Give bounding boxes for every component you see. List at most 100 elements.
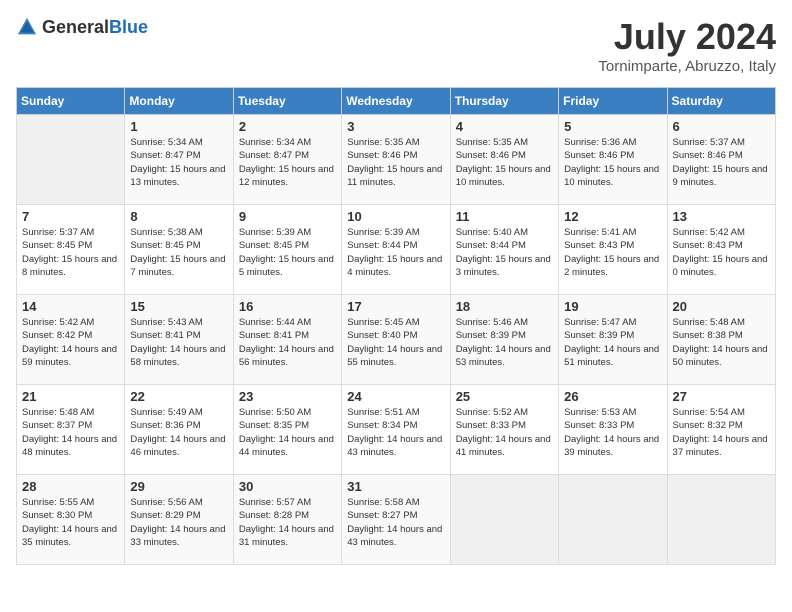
day-detail: Sunrise: 5:39 AMSunset: 8:44 PMDaylight:… [347,226,444,279]
day-detail: Sunrise: 5:51 AMSunset: 8:34 PMDaylight:… [347,406,444,459]
day-number: 19 [564,299,661,314]
day-number: 6 [673,119,770,134]
calendar-cell: 5Sunrise: 5:36 AMSunset: 8:46 PMDaylight… [559,115,667,205]
day-number: 12 [564,209,661,224]
day-detail: Sunrise: 5:53 AMSunset: 8:33 PMDaylight:… [564,406,661,459]
month-year-title: July 2024 [598,16,776,58]
location-subtitle: Tornimparte, Abruzzo, Italy [598,58,776,75]
day-number: 10 [347,209,444,224]
calendar-cell: 28Sunrise: 5:55 AMSunset: 8:30 PMDayligh… [17,475,125,565]
day-detail: Sunrise: 5:37 AMSunset: 8:46 PMDaylight:… [673,136,770,189]
calendar-cell: 17 Sunrise: 5:45 AMSunset: 8:40 PMDayligh… [342,295,450,385]
calendar-cell: 7 Sunrise: 5:37 AMSunset: 8:45 PMDaylight… [17,205,125,295]
calendar-cell: 19 Sunrise: 5:47 AMSunset: 8:39 PMDayligh… [559,295,667,385]
day-number: 1 [130,119,227,134]
calendar-cell [450,475,558,565]
day-number: 14 [22,299,119,314]
calendar-cell: 18 Sunrise: 5:46 AMSunset: 8:39 PMDayligh… [450,295,558,385]
day-detail: Sunrise: 5:47 AMSunset: 8:39 PMDaylight:… [564,316,661,369]
calendar-cell: 11 Sunrise: 5:40 AMSunset: 8:44 PMDayligh… [450,205,558,295]
day-number: 22 [130,389,227,404]
day-detail: Sunrise: 5:43 AMSunset: 8:41 PMDaylight:… [130,316,227,369]
day-number: 30 [239,479,336,494]
day-number: 13 [673,209,770,224]
logo-icon [16,16,38,38]
day-number: 7 [22,209,119,224]
calendar-cell [559,475,667,565]
day-detail: Sunrise: 5:45 AMSunset: 8:40 PMDaylight:… [347,316,444,369]
day-detail: Sunrise: 5:37 AMSunset: 8:45 PMDaylight:… [22,226,119,279]
calendar-cell: 29 Sunrise: 5:56 AMSunset: 8:29 PMDayligh… [125,475,233,565]
day-number: 25 [456,389,553,404]
day-number: 31 [347,479,444,494]
day-number: 23 [239,389,336,404]
day-header-friday: Friday [559,88,667,115]
calendar-cell: 24 Sunrise: 5:51 AMSunset: 8:34 PMDayligh… [342,385,450,475]
day-detail: Sunrise: 5:58 AMSunset: 8:27 PMDaylight:… [347,496,444,549]
day-number: 8 [130,209,227,224]
calendar-cell: 13 Sunrise: 5:42 AMSunset: 8:43 PMDayligh… [667,205,775,295]
day-detail: Sunrise: 5:42 AMSunset: 8:43 PMDaylight:… [673,226,770,279]
calendar-cell: 4Sunrise: 5:35 AMSunset: 8:46 PMDaylight… [450,115,558,205]
day-detail: Sunrise: 5:34 AMSunset: 8:47 PMDaylight:… [130,136,227,189]
calendar-cell: 2 Sunrise: 5:34 AMSunset: 8:47 PMDaylight… [233,115,341,205]
calendar-cell [17,115,125,205]
day-detail: Sunrise: 5:44 AMSunset: 8:41 PMDaylight:… [239,316,336,369]
day-detail: Sunrise: 5:50 AMSunset: 8:35 PMDaylight:… [239,406,336,459]
calendar-cell: 9Sunrise: 5:39 AMSunset: 8:45 PMDaylight… [233,205,341,295]
calendar-cell: 10 Sunrise: 5:39 AMSunset: 8:44 PMDayligh… [342,205,450,295]
day-header-thursday: Thursday [450,88,558,115]
day-detail: Sunrise: 5:41 AMSunset: 8:43 PMDaylight:… [564,226,661,279]
day-number: 15 [130,299,227,314]
calendar-cell: 15 Sunrise: 5:43 AMSunset: 8:41 PMDayligh… [125,295,233,385]
logo: GeneralBlue [16,16,148,38]
calendar-cell: 12 Sunrise: 5:41 AMSunset: 8:43 PMDayligh… [559,205,667,295]
day-number: 18 [456,299,553,314]
day-number: 11 [456,209,553,224]
calendar-cell: 6 Sunrise: 5:37 AMSunset: 8:46 PMDaylight… [667,115,775,205]
calendar-week-row: 1 Sunrise: 5:34 AMSunset: 8:47 PMDaylight… [17,115,776,205]
day-number: 26 [564,389,661,404]
day-detail: Sunrise: 5:56 AMSunset: 8:29 PMDaylight:… [130,496,227,549]
day-number: 29 [130,479,227,494]
day-detail: Sunrise: 5:35 AMSunset: 8:46 PMDaylight:… [347,136,444,189]
day-number: 17 [347,299,444,314]
calendar-cell: 1 Sunrise: 5:34 AMSunset: 8:47 PMDaylight… [125,115,233,205]
calendar-cell: 14 Sunrise: 5:42 AMSunset: 8:42 PMDayligh… [17,295,125,385]
day-detail: Sunrise: 5:46 AMSunset: 8:39 PMDaylight:… [456,316,553,369]
day-header-monday: Monday [125,88,233,115]
day-number: 24 [347,389,444,404]
day-detail: Sunrise: 5:36 AMSunset: 8:46 PMDaylight:… [564,136,661,189]
day-number: 16 [239,299,336,314]
calendar-cell: 30Sunrise: 5:57 AMSunset: 8:28 PMDayligh… [233,475,341,565]
day-detail: Sunrise: 5:35 AMSunset: 8:46 PMDaylight:… [456,136,553,189]
calendar-cell: 16 Sunrise: 5:44 AMSunset: 8:41 PMDayligh… [233,295,341,385]
day-number: 2 [239,119,336,134]
calendar-week-row: 28Sunrise: 5:55 AMSunset: 8:30 PMDayligh… [17,475,776,565]
calendar-cell: 27Sunrise: 5:54 AMSunset: 8:32 PMDayligh… [667,385,775,475]
calendar-table: SundayMondayTuesdayWednesdayThursdayFrid… [16,87,776,565]
day-detail: Sunrise: 5:48 AMSunset: 8:38 PMDaylight:… [673,316,770,369]
calendar-cell: 3Sunrise: 5:35 AMSunset: 8:46 PMDaylight… [342,115,450,205]
day-detail: Sunrise: 5:52 AMSunset: 8:33 PMDaylight:… [456,406,553,459]
day-header-tuesday: Tuesday [233,88,341,115]
day-detail: Sunrise: 5:38 AMSunset: 8:45 PMDaylight:… [130,226,227,279]
calendar-header-row: SundayMondayTuesdayWednesdayThursdayFrid… [17,88,776,115]
calendar-cell: 22 Sunrise: 5:49 AMSunset: 8:36 PMDayligh… [125,385,233,475]
day-detail: Sunrise: 5:34 AMSunset: 8:47 PMDaylight:… [239,136,336,189]
day-number: 21 [22,389,119,404]
day-detail: Sunrise: 5:48 AMSunset: 8:37 PMDaylight:… [22,406,119,459]
calendar-week-row: 14 Sunrise: 5:42 AMSunset: 8:42 PMDayligh… [17,295,776,385]
logo-blue: Blue [109,17,148,37]
calendar-cell: 26 Sunrise: 5:53 AMSunset: 8:33 PMDayligh… [559,385,667,475]
day-detail: Sunrise: 5:42 AMSunset: 8:42 PMDaylight:… [22,316,119,369]
day-detail: Sunrise: 5:40 AMSunset: 8:44 PMDaylight:… [456,226,553,279]
day-header-saturday: Saturday [667,88,775,115]
day-detail: Sunrise: 5:54 AMSunset: 8:32 PMDaylight:… [673,406,770,459]
logo-general: General [42,17,109,37]
calendar-cell: 20Sunrise: 5:48 AMSunset: 8:38 PMDayligh… [667,295,775,385]
day-number: 9 [239,209,336,224]
calendar-cell: 8 Sunrise: 5:38 AMSunset: 8:45 PMDaylight… [125,205,233,295]
day-detail: Sunrise: 5:49 AMSunset: 8:36 PMDaylight:… [130,406,227,459]
page-header: GeneralBlue July 2024 Tornimparte, Abruz… [16,16,776,75]
